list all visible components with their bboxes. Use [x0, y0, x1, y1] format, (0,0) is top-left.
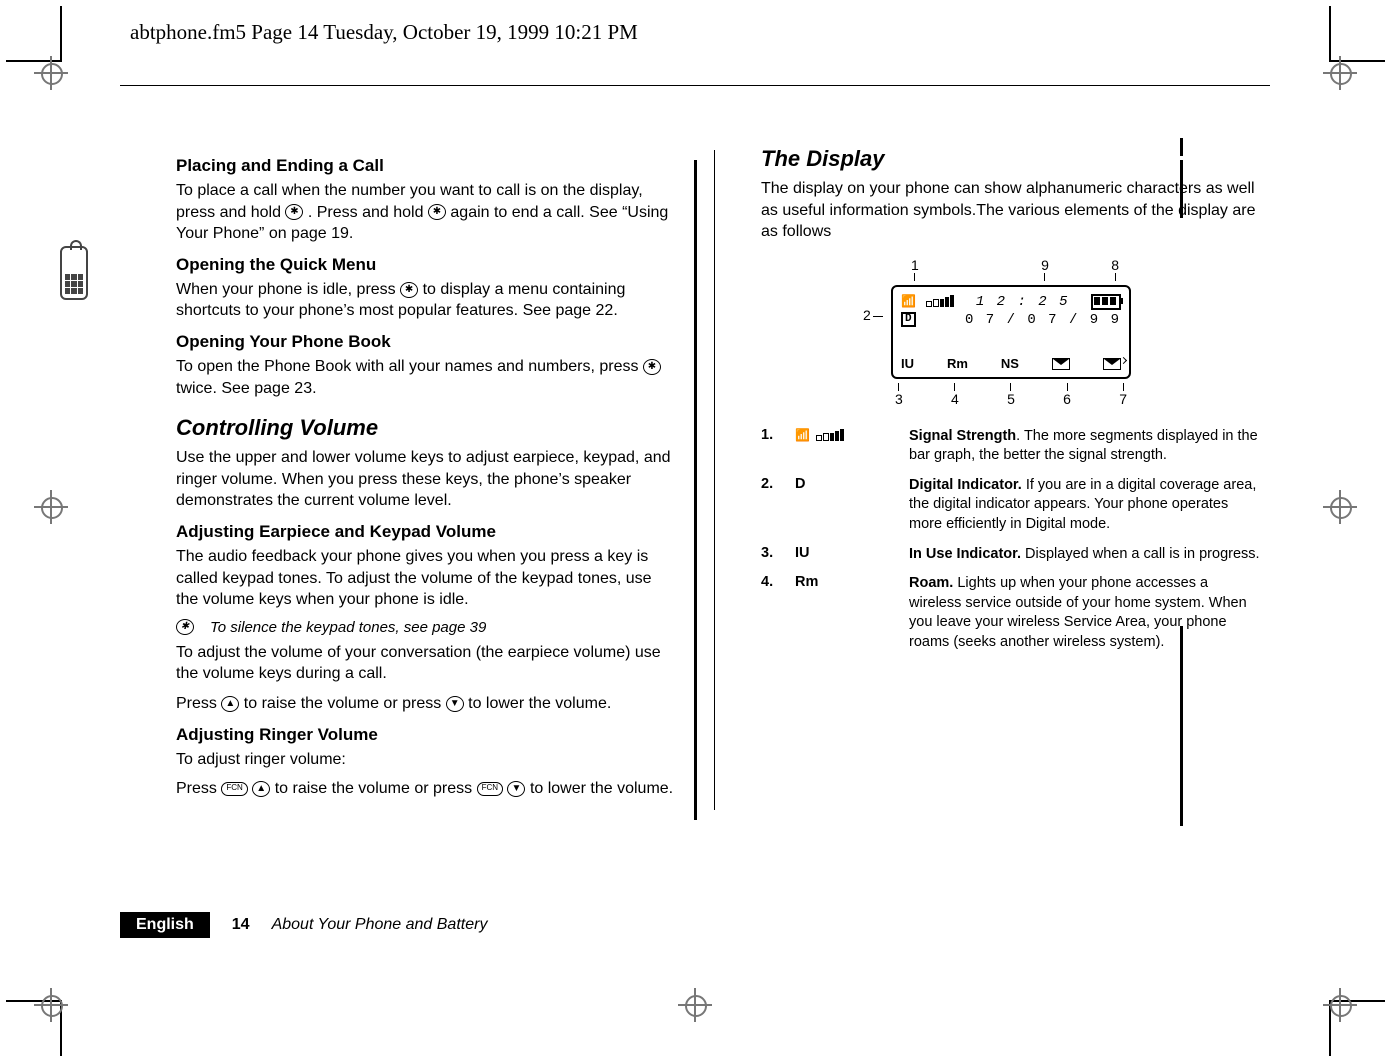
heading-phone-book: Opening Your Phone Book — [176, 332, 676, 352]
reg-mark — [34, 490, 68, 524]
body-earpiece-volume: To adjust the volume of your conversatio… — [176, 642, 676, 685]
callout-2: 2 — [863, 307, 883, 323]
reg-mark — [1323, 56, 1357, 90]
body-controlling-volume: Use the upper and lower volume keys to a… — [176, 447, 676, 512]
iu-indicator: IU — [901, 356, 914, 371]
footer-chapter-title: About Your Phone and Battery — [272, 916, 488, 934]
antenna-icon: 📶 — [795, 428, 810, 442]
fcn-key-icon: FCN — [221, 782, 247, 796]
body-display-intro: The display on your phone can show alpha… — [761, 178, 1261, 243]
body-quick-menu: When your phone is idle, press ✱ to disp… — [176, 279, 676, 322]
revision-bar — [1180, 138, 1183, 156]
body-ringer-intro: To adjust ringer volume: — [176, 749, 676, 771]
phone-screen: 📶 1 2 : 2 5 D 0 7 / 0 7 / 9 9 I — [891, 285, 1131, 379]
callouts-top: 1 9 8 — [891, 257, 1131, 285]
callout-8: 8 — [1111, 257, 1119, 273]
legend-row-signal: 1. 📶 Signal Strength. The more segments … — [761, 427, 1261, 466]
running-head: abtphone.fm5 Page 14 Tuesday, October 19… — [130, 20, 1270, 45]
footer-language: English — [120, 912, 210, 938]
callout-6: 6 — [1063, 391, 1071, 407]
reg-mark — [678, 988, 712, 1022]
fcn-key-icon: FCN — [477, 782, 503, 796]
display-date: 0 7 / 0 7 / 9 9 — [965, 312, 1121, 328]
display-illustration: 2 1 9 8 📶 1 2 : 2 5 — [881, 257, 1141, 407]
callout-4: 4 — [951, 391, 959, 407]
heading-placing-call: Placing and Ending a Call — [176, 156, 676, 176]
body-ringer-keys: Press FCN ▲ to raise the volume or press… — [176, 778, 676, 800]
legend-row-roam: 4. Rm Roam. Lights up when your phone ac… — [761, 574, 1261, 652]
page-footer: English 14 About Your Phone and Battery — [120, 912, 487, 938]
phone-icon — [60, 246, 94, 300]
heading-earpiece-keypad-volume: Adjusting Earpiece and Keypad Volume — [176, 522, 676, 542]
right-column: The Display The display on your phone ca… — [761, 146, 1261, 810]
battery-icon — [1091, 294, 1121, 310]
callout-3: 3 — [895, 391, 903, 407]
reg-mark — [34, 56, 68, 90]
rm-indicator: Rm — [947, 356, 968, 371]
legend-symbol-signal: 📶 — [795, 427, 895, 443]
volume-up-icon: ▲ — [221, 696, 239, 712]
callout-7: 7 — [1119, 391, 1127, 407]
tip-silence-keypad: ✱ To silence the keypad tones, see page … — [176, 619, 676, 636]
callout-9: 9 — [1041, 257, 1049, 273]
legend-row-inuse: 3. IU In Use Indicator. Displayed when a… — [761, 545, 1261, 565]
volume-down-icon: ▼ — [446, 696, 464, 712]
revision-bar — [1180, 160, 1183, 218]
legend-row-digital: 2. D Digital Indicator. If you are in a … — [761, 476, 1261, 535]
reg-mark — [1323, 988, 1357, 1022]
revision-bar — [694, 160, 697, 820]
menu-key-icon: ✱ — [643, 359, 661, 375]
display-time: 1 2 : 2 5 — [976, 294, 1070, 310]
heading-quick-menu: Opening the Quick Menu — [176, 255, 676, 275]
volume-up-icon: ▲ — [252, 781, 270, 797]
callout-1: 1 — [911, 257, 919, 273]
tip-key-icon: ✱ — [176, 619, 194, 635]
voicemail-icon — [1103, 358, 1121, 370]
body-placing-call: To place a call when the number you want… — [176, 180, 676, 245]
callouts-bottom: 3 4 5 6 7 — [891, 379, 1131, 407]
column-divider — [714, 150, 715, 810]
menu-key-icon: ✱ — [400, 282, 418, 298]
heading-controlling-volume: Controlling Volume — [176, 415, 676, 441]
crop-corner-tr — [1329, 6, 1385, 62]
ns-indicator: NS — [1001, 356, 1019, 371]
hold-key-icon: ✱ — [285, 204, 303, 220]
hold-key-icon: ✱ — [428, 204, 446, 220]
crop-corner-tl — [6, 6, 62, 62]
antenna-icon: 📶 — [901, 294, 916, 309]
header-rule — [120, 85, 1270, 86]
heading-ringer-volume: Adjusting Ringer Volume — [176, 725, 676, 745]
message-icon — [1052, 358, 1070, 370]
heading-the-display: The Display — [761, 146, 1261, 172]
digital-indicator-icon: D — [901, 312, 916, 327]
revision-bar — [1180, 626, 1183, 826]
body-keypad-tones: The audio feedback your phone gives you … — [176, 546, 676, 611]
body-phone-book: To open the Phone Book with all your nam… — [176, 356, 676, 399]
callout-5: 5 — [1007, 391, 1015, 407]
reg-mark — [1323, 490, 1357, 524]
volume-down-icon: ▼ — [507, 781, 525, 797]
signal-bars-icon — [816, 429, 844, 441]
signal-bars-icon — [926, 295, 954, 307]
reg-mark — [34, 988, 68, 1022]
footer-page-number: 14 — [232, 916, 250, 934]
left-column: Placing and Ending a Call To place a cal… — [176, 146, 676, 810]
body-volume-keys: Press ▲ to raise the volume or press ▼ t… — [176, 693, 676, 715]
